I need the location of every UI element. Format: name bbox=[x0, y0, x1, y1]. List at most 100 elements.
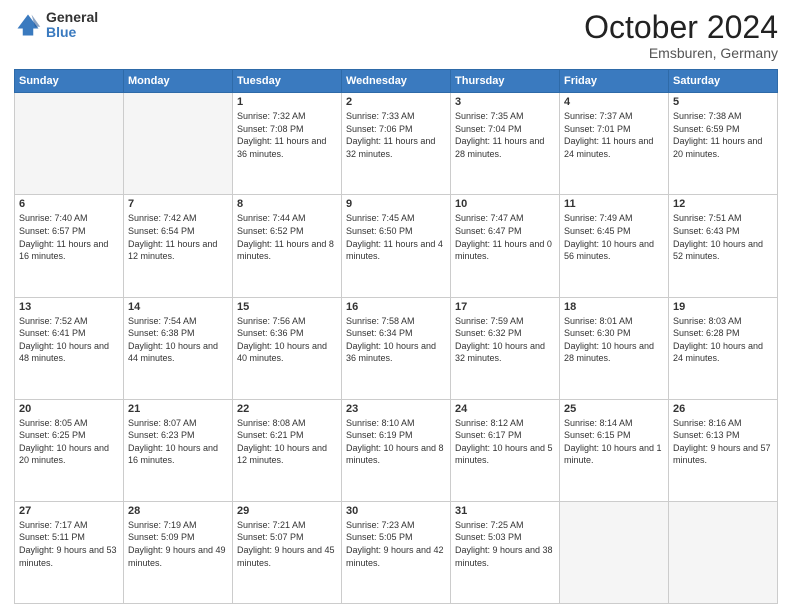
logo-icon bbox=[14, 11, 42, 39]
day-number: 9 bbox=[346, 198, 446, 210]
day-info: Sunrise: 7:19 AM Sunset: 5:09 PM Dayligh… bbox=[128, 519, 228, 569]
day-number: 19 bbox=[673, 301, 773, 313]
calendar-cell: 27Sunrise: 7:17 AM Sunset: 5:11 PM Dayli… bbox=[15, 501, 124, 603]
calendar-cell bbox=[124, 93, 233, 195]
calendar-cell bbox=[669, 501, 778, 603]
day-info: Sunrise: 7:23 AM Sunset: 5:05 PM Dayligh… bbox=[346, 519, 446, 569]
calendar-cell: 23 Sunrise: 8:10 AM Sunset: 6:19 PM Dayli… bbox=[342, 399, 451, 501]
calendar-cell: 11 Sunrise: 7:49 AM Sunset: 6:45 PM Dayli… bbox=[560, 195, 669, 297]
calendar-cell: 21 Sunrise: 8:07 AM Sunset: 6:23 PM Dayli… bbox=[124, 399, 233, 501]
day-info: Sunrise: 7:56 AM Sunset: 6:36 PM Dayligh… bbox=[237, 315, 337, 365]
day-info: Sunrise: 8:08 AM Sunset: 6:21 PM Dayligh… bbox=[237, 417, 337, 467]
day-info: Sunrise: 7:45 AM Sunset: 6:50 PM Dayligh… bbox=[346, 212, 446, 262]
day-number: 13 bbox=[19, 301, 119, 313]
title-block: October 2024 Emsburen, Germany bbox=[584, 10, 778, 61]
day-info: Sunrise: 7:52 AM Sunset: 6:41 PM Dayligh… bbox=[19, 315, 119, 365]
day-info: Sunrise: 7:59 AM Sunset: 6:32 PM Dayligh… bbox=[455, 315, 555, 365]
calendar-cell: 19 Sunrise: 8:03 AM Sunset: 6:28 PM Dayli… bbox=[669, 297, 778, 399]
day-number: 11 bbox=[564, 198, 664, 210]
col-sunday: Sunday bbox=[15, 70, 124, 93]
calendar-cell: 25 Sunrise: 8:14 AM Sunset: 6:15 PM Dayli… bbox=[560, 399, 669, 501]
day-number: 2 bbox=[346, 96, 446, 108]
day-info: Sunrise: 7:42 AM Sunset: 6:54 PM Dayligh… bbox=[128, 212, 228, 262]
day-info: Sunrise: 8:14 AM Sunset: 6:15 PM Dayligh… bbox=[564, 417, 664, 467]
calendar-cell: 30 Sunrise: 7:23 AM Sunset: 5:05 PM Dayli… bbox=[342, 501, 451, 603]
logo-general: General bbox=[46, 10, 98, 25]
day-info: Sunrise: 8:05 AM Sunset: 6:25 PM Dayligh… bbox=[19, 417, 119, 467]
day-number: 7 bbox=[128, 198, 228, 210]
calendar-cell: 8Sunrise: 7:44 AM Sunset: 6:52 PM Daylig… bbox=[233, 195, 342, 297]
day-number: 30 bbox=[346, 505, 446, 517]
day-info: Sunrise: 7:37 AM Sunset: 7:01 PM Dayligh… bbox=[564, 110, 664, 160]
calendar-cell: 5 Sunrise: 7:38 AM Sunset: 6:59 PM Daylig… bbox=[669, 93, 778, 195]
calendar-header-row: Sunday Monday Tuesday Wednesday Thursday… bbox=[15, 70, 778, 93]
calendar-week-1: 1Sunrise: 7:32 AM Sunset: 7:08 PM Daylig… bbox=[15, 93, 778, 195]
day-info: Sunrise: 8:01 AM Sunset: 6:30 PM Dayligh… bbox=[564, 315, 664, 365]
day-info: Sunrise: 8:16 AM Sunset: 6:13 PM Dayligh… bbox=[673, 417, 773, 467]
day-number: 14 bbox=[128, 301, 228, 313]
day-number: 31 bbox=[455, 505, 555, 517]
day-info: Sunrise: 8:07 AM Sunset: 6:23 PM Dayligh… bbox=[128, 417, 228, 467]
calendar-cell bbox=[15, 93, 124, 195]
day-number: 24 bbox=[455, 403, 555, 415]
col-thursday: Thursday bbox=[451, 70, 560, 93]
calendar-cell: 16 Sunrise: 7:58 AM Sunset: 6:34 PM Dayli… bbox=[342, 297, 451, 399]
day-info: Sunrise: 7:51 AM Sunset: 6:43 PM Dayligh… bbox=[673, 212, 773, 262]
day-info: Sunrise: 7:44 AM Sunset: 6:52 PM Dayligh… bbox=[237, 212, 337, 262]
location-subtitle: Emsburen, Germany bbox=[584, 45, 778, 61]
calendar-cell: 2Sunrise: 7:33 AM Sunset: 7:06 PM Daylig… bbox=[342, 93, 451, 195]
calendar-cell: 10 Sunrise: 7:47 AM Sunset: 6:47 PM Dayli… bbox=[451, 195, 560, 297]
day-number: 22 bbox=[237, 403, 337, 415]
day-number: 18 bbox=[564, 301, 664, 313]
calendar-week-5: 27Sunrise: 7:17 AM Sunset: 5:11 PM Dayli… bbox=[15, 501, 778, 603]
calendar-cell: 4Sunrise: 7:37 AM Sunset: 7:01 PM Daylig… bbox=[560, 93, 669, 195]
header: General Blue October 2024 Emsburen, Germ… bbox=[14, 10, 778, 61]
day-number: 28 bbox=[128, 505, 228, 517]
day-number: 10 bbox=[455, 198, 555, 210]
day-info: Sunrise: 7:38 AM Sunset: 6:59 PM Dayligh… bbox=[673, 110, 773, 160]
calendar-cell: 14Sunrise: 7:54 AM Sunset: 6:38 PM Dayli… bbox=[124, 297, 233, 399]
day-info: Sunrise: 7:40 AM Sunset: 6:57 PM Dayligh… bbox=[19, 212, 119, 262]
day-info: Sunrise: 7:58 AM Sunset: 6:34 PM Dayligh… bbox=[346, 315, 446, 365]
col-wednesday: Wednesday bbox=[342, 70, 451, 93]
day-number: 20 bbox=[19, 403, 119, 415]
calendar-week-2: 6Sunrise: 7:40 AM Sunset: 6:57 PM Daylig… bbox=[15, 195, 778, 297]
day-number: 25 bbox=[564, 403, 664, 415]
day-info: Sunrise: 7:32 AM Sunset: 7:08 PM Dayligh… bbox=[237, 110, 337, 160]
col-saturday: Saturday bbox=[669, 70, 778, 93]
day-number: 23 bbox=[346, 403, 446, 415]
day-info: Sunrise: 7:17 AM Sunset: 5:11 PM Dayligh… bbox=[19, 519, 119, 569]
calendar-cell: 26 Sunrise: 8:16 AM Sunset: 6:13 PM Dayli… bbox=[669, 399, 778, 501]
day-info: Sunrise: 7:47 AM Sunset: 6:47 PM Dayligh… bbox=[455, 212, 555, 262]
day-number: 16 bbox=[346, 301, 446, 313]
calendar-cell bbox=[560, 501, 669, 603]
logo-text: General Blue bbox=[46, 10, 98, 41]
day-info: Sunrise: 7:25 AM Sunset: 5:03 PM Dayligh… bbox=[455, 519, 555, 569]
calendar-cell: 1Sunrise: 7:32 AM Sunset: 7:08 PM Daylig… bbox=[233, 93, 342, 195]
day-info: Sunrise: 8:03 AM Sunset: 6:28 PM Dayligh… bbox=[673, 315, 773, 365]
calendar-cell: 12Sunrise: 7:51 AM Sunset: 6:43 PM Dayli… bbox=[669, 195, 778, 297]
day-info: Sunrise: 8:10 AM Sunset: 6:19 PM Dayligh… bbox=[346, 417, 446, 467]
calendar-table: Sunday Monday Tuesday Wednesday Thursday… bbox=[14, 69, 778, 604]
col-friday: Friday bbox=[560, 70, 669, 93]
day-info: Sunrise: 8:12 AM Sunset: 6:17 PM Dayligh… bbox=[455, 417, 555, 467]
logo-blue: Blue bbox=[46, 25, 98, 40]
calendar-cell: 29Sunrise: 7:21 AM Sunset: 5:07 PM Dayli… bbox=[233, 501, 342, 603]
calendar-cell: 24 Sunrise: 8:12 AM Sunset: 6:17 PM Dayli… bbox=[451, 399, 560, 501]
col-tuesday: Tuesday bbox=[233, 70, 342, 93]
calendar-week-3: 13 Sunrise: 7:52 AM Sunset: 6:41 PM Dayli… bbox=[15, 297, 778, 399]
day-number: 29 bbox=[237, 505, 337, 517]
calendar-cell: 15Sunrise: 7:56 AM Sunset: 6:36 PM Dayli… bbox=[233, 297, 342, 399]
day-number: 5 bbox=[673, 96, 773, 108]
calendar-cell: 17 Sunrise: 7:59 AM Sunset: 6:32 PM Dayli… bbox=[451, 297, 560, 399]
calendar-cell: 9 Sunrise: 7:45 AM Sunset: 6:50 PM Daylig… bbox=[342, 195, 451, 297]
day-number: 17 bbox=[455, 301, 555, 313]
calendar-cell: 6Sunrise: 7:40 AM Sunset: 6:57 PM Daylig… bbox=[15, 195, 124, 297]
day-info: Sunrise: 7:35 AM Sunset: 7:04 PM Dayligh… bbox=[455, 110, 555, 160]
day-number: 21 bbox=[128, 403, 228, 415]
calendar-cell: 22 Sunrise: 8:08 AM Sunset: 6:21 PM Dayli… bbox=[233, 399, 342, 501]
day-number: 26 bbox=[673, 403, 773, 415]
calendar-cell: 20 Sunrise: 8:05 AM Sunset: 6:25 PM Dayli… bbox=[15, 399, 124, 501]
day-info: Sunrise: 7:49 AM Sunset: 6:45 PM Dayligh… bbox=[564, 212, 664, 262]
logo: General Blue bbox=[14, 10, 98, 41]
